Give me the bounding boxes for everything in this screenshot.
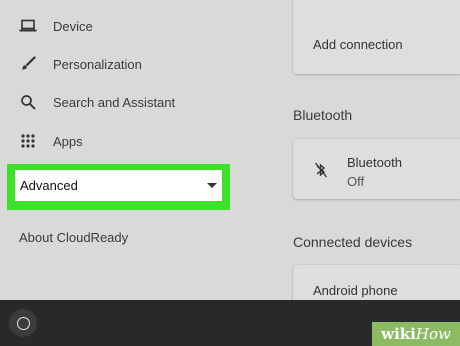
bluetooth-section-title: Bluetooth bbox=[293, 107, 353, 123]
sidebar-item-label: Search and Assistant bbox=[53, 94, 176, 110]
bluetooth-status: Off bbox=[347, 174, 365, 189]
connected-devices-title: Connected devices bbox=[293, 234, 413, 250]
android-phone-label: Android phone bbox=[313, 283, 398, 298]
watermark-how: How bbox=[415, 325, 451, 343]
sidebar-item-label: Device bbox=[53, 18, 93, 34]
sidebar-item-search-and-assistant[interactable]: Search and Assistant bbox=[0, 89, 260, 115]
watermark-wiki: wiki bbox=[381, 325, 416, 343]
bluetooth-off-icon bbox=[314, 161, 328, 184]
launcher-button[interactable] bbox=[9, 309, 37, 337]
advanced-label: Advanced bbox=[20, 178, 78, 193]
add-connection-card[interactable]: Add connection bbox=[293, 0, 460, 74]
bluetooth-title: Bluetooth bbox=[347, 155, 402, 170]
launcher-circle-icon bbox=[16, 316, 30, 330]
add-connection-label: Add connection bbox=[313, 37, 403, 52]
advanced-dropdown[interactable]: Advanced bbox=[15, 170, 222, 201]
apps-grid-icon bbox=[18, 131, 38, 151]
sidebar-item-personalization[interactable]: Personalization bbox=[0, 51, 260, 77]
sidebar-item-device[interactable]: Device bbox=[0, 13, 260, 39]
sidebar-item-label: Personalization bbox=[53, 56, 142, 72]
bluetooth-card[interactable]: Bluetooth Off bbox=[293, 139, 460, 199]
settings-sidebar: Device Personalization Search and Assist… bbox=[0, 0, 270, 300]
wikihow-watermark: wiki How bbox=[372, 322, 460, 346]
sidebar-item-about-cloudready[interactable]: About CloudReady bbox=[19, 230, 128, 245]
laptop-icon bbox=[18, 16, 38, 36]
sidebar-item-label: Apps bbox=[53, 133, 83, 149]
brush-icon bbox=[18, 54, 38, 74]
caret-down-icon bbox=[207, 183, 217, 188]
search-icon bbox=[18, 92, 38, 112]
sidebar-item-apps[interactable]: Apps bbox=[0, 128, 260, 154]
